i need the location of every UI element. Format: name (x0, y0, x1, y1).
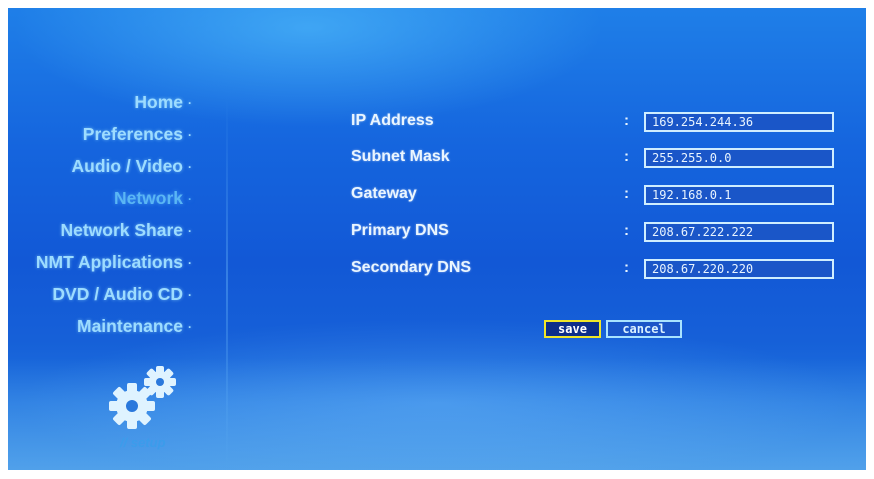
sidebar-item-maintenance[interactable]: Maintenance · (77, 314, 192, 338)
gateway-label: Gateway (351, 185, 417, 202)
sidebar-item-label: Network (113, 188, 183, 208)
gears-icon (109, 366, 176, 429)
secondary-dns-field[interactable]: 208.67.220.220 (644, 259, 834, 279)
subnet-mask-label: Subnet Mask (351, 148, 450, 165)
bullet-icon: · (188, 128, 192, 142)
secondary-dns-label: Secondary DNS (351, 259, 472, 276)
sidebar-item-label: Network Share (60, 220, 183, 240)
sidebar-item-preferences[interactable]: Preferences · (83, 122, 192, 146)
sidebar-item-label: Audio / Video (71, 156, 184, 176)
bullet-icon: · (188, 224, 192, 238)
primary-dns-field[interactable]: 208.67.222.222 (644, 222, 834, 242)
bullet-icon: · (188, 256, 192, 270)
sidebar-item-dvd-audio-cd[interactable]: DVD / Audio CD · (52, 282, 192, 306)
separator: : (624, 148, 629, 165)
bullet-icon: · (188, 96, 192, 110)
setup-label: // setup (120, 435, 166, 450)
sidebar-item-network[interactable]: Network · (114, 186, 192, 210)
bullet-icon: · (188, 192, 192, 206)
setup-screen: Home · Preferences · Audio / Video · Networ… (8, 8, 866, 470)
bullet-icon: · (188, 160, 192, 174)
subnet-mask-field[interactable]: 255.255.0.0 (644, 148, 834, 168)
sidebar-item-audio-video[interactable]: Audio / Video · (72, 154, 193, 178)
sidebar-divider (226, 98, 228, 468)
separator: : (624, 112, 629, 129)
bullet-icon: · (188, 288, 192, 302)
sidebar-item-label: Maintenance (77, 316, 183, 336)
separator: : (624, 222, 629, 239)
gateway-field[interactable]: 192.168.0.1 (644, 185, 834, 205)
ip-address-field[interactable]: 169.254.244.36 (644, 112, 834, 132)
save-button[interactable]: save (544, 320, 601, 338)
sidebar-item-label: DVD / Audio CD (52, 284, 183, 304)
cancel-button[interactable]: cancel (606, 320, 682, 338)
bullet-icon: · (188, 320, 192, 334)
sidebar-item-nmt-applications[interactable]: NMT Applications · (36, 250, 192, 274)
ip-address-label: IP Address (351, 112, 434, 129)
primary-dns-label: Primary DNS (351, 222, 449, 239)
sidebar-item-label: NMT Applications (35, 252, 183, 272)
sidebar-item-home[interactable]: Home · (134, 90, 192, 114)
sidebar-item-label: Preferences (82, 124, 183, 144)
sidebar-item-label: Home (134, 92, 183, 112)
separator: : (624, 259, 629, 276)
separator: : (624, 185, 629, 202)
sidebar-item-network-share[interactable]: Network Share · (60, 218, 192, 242)
